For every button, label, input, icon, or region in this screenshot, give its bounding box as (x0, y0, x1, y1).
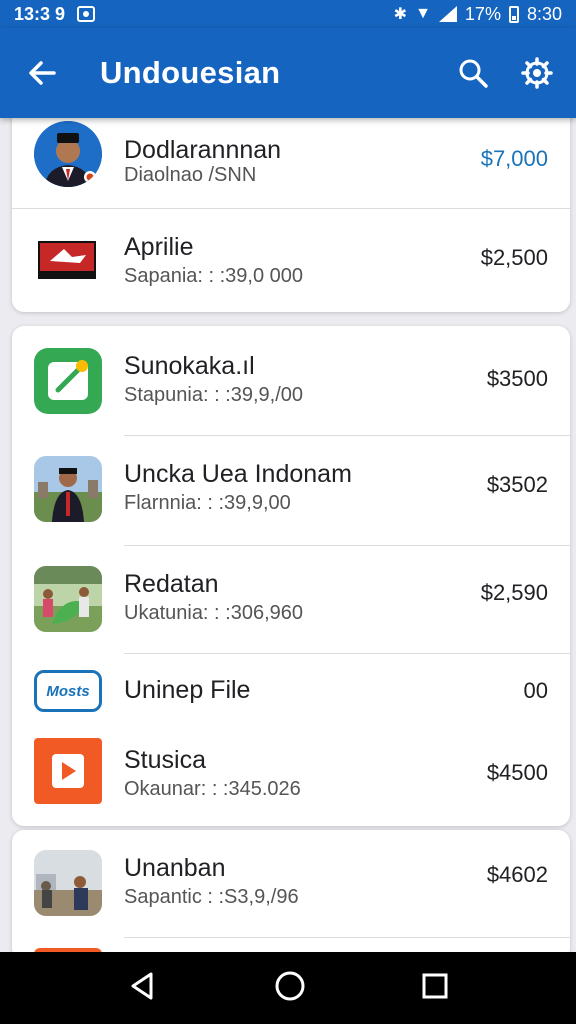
brand-logo-text: Mosts (46, 682, 90, 700)
item-subtitle: Stapunia: : :39,9,/00 (124, 384, 304, 406)
nav-home-button[interactable] (274, 970, 306, 1007)
transactions-card-2: Sunokaka.ıl Stapunia: : :39,9,/00 $3500 … (12, 326, 570, 826)
item-name: Aprilie (124, 233, 194, 261)
avatar (34, 121, 102, 187)
list-item[interactable]: Aprilie Sapania: : :39,0 000 $2,500 (12, 209, 570, 312)
back-arrow-icon (29, 61, 56, 85)
brand-logo: Mosts (34, 670, 102, 712)
item-amount: $7,000 (480, 146, 548, 171)
item-amount: $3500 (486, 366, 548, 391)
item-subtitle: Diaolnao /SNN (124, 164, 257, 186)
item-name: Dodlarannnan (124, 136, 282, 164)
status-time: 13:3 9 (14, 3, 66, 24)
circle-home-icon (275, 971, 305, 1000)
item-subtitle: Sapantic : :S3,9,/96 (124, 886, 299, 908)
item-amount: $4602 (486, 862, 548, 887)
signal-icon (438, 6, 457, 22)
list-item[interactable]: Uncka Uea Indonam Flarnnia: : :39,9,00 $… (12, 436, 570, 546)
item-amount: $2,590 (480, 580, 548, 605)
video-app-icon (34, 738, 102, 804)
status-clock: 8:30 (526, 3, 562, 24)
transactions-card-1: Dodlarannnan Diaolnao /SNN $7,000 Aprili… (12, 106, 570, 312)
item-amount: $2,500 (480, 245, 548, 270)
page-title: Undouesian (100, 55, 281, 90)
item-name: Sunokaka.ıl (124, 352, 255, 380)
gear-icon (521, 57, 553, 89)
battery-icon (508, 5, 519, 23)
app-bar: Undouesian (0, 28, 576, 118)
square-recents-icon (422, 973, 448, 998)
group-photo (34, 566, 102, 632)
flag-thumbnail (34, 225, 102, 295)
back-button[interactable] (22, 53, 62, 93)
item-name: Unanban (124, 854, 226, 882)
battery-percent: 17% (464, 3, 501, 24)
list-item[interactable]: Stusica Okaunar: : :345.026 $4500 (12, 728, 570, 826)
notification-icon (77, 6, 96, 22)
system-nav-bar (0, 952, 576, 1024)
item-name: Uncka Uea Indonam (124, 460, 352, 488)
item-name: Redatan (124, 570, 219, 598)
list-item[interactable]: Unanban Sapantic : :S3,9,/96 $4602 (12, 830, 570, 938)
settings-button[interactable] (516, 52, 558, 94)
bluetooth-icon: ✱ (393, 6, 408, 23)
person-photo (34, 850, 102, 916)
wifi-icon: ▼ (415, 5, 431, 22)
app-icon (34, 348, 102, 414)
person-photo (34, 456, 102, 522)
item-amount: 00 (523, 678, 548, 703)
item-amount: $4500 (486, 760, 548, 785)
triangle-back-icon (131, 972, 153, 999)
list-item[interactable]: Dodlarannnan Diaolnao /SNN $7,000 (12, 106, 570, 209)
item-subtitle: Ukatunia: : :306,960 (124, 602, 304, 624)
item-name: Stusica (124, 746, 206, 774)
list-item[interactable]: Mosts Uninep File 00 (12, 654, 570, 728)
item-subtitle: Sapania: : :39,0 000 (124, 265, 304, 287)
item-subtitle: Flarnnia: : :39,9,00 (124, 492, 291, 514)
list-item[interactable]: Redatan Ukatunia: : :306,960 $2,590 (12, 546, 570, 654)
search-icon (459, 59, 488, 88)
item-amount: $3502 (486, 472, 548, 497)
nav-recents-button[interactable] (421, 972, 449, 1005)
nav-back-button[interactable] (127, 970, 159, 1007)
transactions-card-3: Unanban Sapantic : :S3,9,/96 $4602 (12, 830, 570, 960)
item-name: Uninep File (124, 676, 251, 704)
search-button[interactable] (452, 52, 494, 94)
item-subtitle: Okaunar: : :345.026 (124, 778, 301, 800)
list-item[interactable]: Sunokaka.ıl Stapunia: : :39,9,/00 $3500 (12, 326, 570, 436)
status-bar: 13:3 9 ✱ ▼ 17% 8:30 (0, 0, 576, 28)
